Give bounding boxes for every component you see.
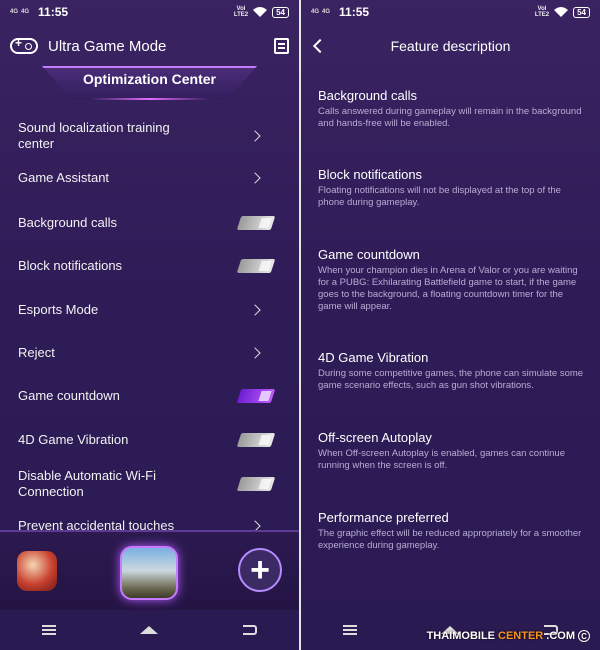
settings-item-label: Sound localization training center	[18, 120, 170, 151]
dock-divider	[0, 530, 299, 532]
watermark-suffix: .COM	[546, 630, 575, 642]
watermark-highlight: CENTER	[498, 630, 544, 642]
feature-description: When your champion dies in Arena of Valo…	[318, 265, 578, 312]
feature-description: The graphic effect will be reduced appro…	[318, 528, 582, 551]
background-calls-toggle[interactable]	[236, 216, 276, 230]
block-notifications-toggle[interactable]	[236, 259, 276, 273]
feature-description: During some competitive games, the phone…	[318, 368, 584, 391]
settings-item-block-notifications[interactable]: Block notifications	[0, 256, 299, 276]
detail-title: Feature description	[390, 38, 511, 54]
volte-bottom: LTE2	[233, 12, 249, 18]
feature-block: Game countdown When your champion dies i…	[318, 247, 586, 313]
settings-list: Sound localization training center Game …	[0, 110, 299, 530]
settings-item-prevent-touches[interactable]: Prevent accidental touches	[0, 516, 299, 530]
feature-block: 4D Game Vibration During some competitiv…	[318, 350, 586, 392]
battery-indicator: 54	[272, 6, 289, 18]
status-bar: 4G 4G 11:55 Vol LTE2 54	[0, 0, 299, 24]
settings-item-4d-vibration[interactable]: 4D Game Vibration	[0, 430, 299, 450]
plus-icon: +	[250, 551, 270, 589]
chevron-right-icon	[249, 304, 261, 316]
feature-description: Calls answered during gameplay will rema…	[318, 106, 582, 129]
menu-icon[interactable]	[343, 625, 358, 635]
gamepad-icon[interactable]	[10, 36, 38, 54]
feature-name: Background calls	[318, 88, 417, 103]
feature-name: Off-screen Autoplay	[318, 430, 432, 445]
game-countdown-toggle[interactable]	[236, 389, 276, 403]
settings-item-background-calls[interactable]: Background calls	[0, 213, 299, 233]
status-bar: 4G 4G 11:55 Vol LTE2 54	[301, 0, 600, 24]
network-indicator: 4G	[311, 8, 320, 15]
watermark: THAIMOBILE CENTER .COM C	[427, 630, 590, 642]
watermark-symbol: C	[578, 630, 590, 642]
left-screen: 4G 4G 11:55 Vol LTE2 54 Ultra Game Mode …	[0, 0, 299, 650]
banner-glow	[90, 98, 209, 100]
feature-name: Game countdown	[318, 247, 420, 262]
settings-item-disable-wifi[interactable]: Disable Automatic Wi-Fi Connection	[0, 466, 299, 502]
section-title: Optimization Center	[82, 71, 216, 87]
page-title: Ultra Game Mode	[48, 37, 167, 55]
wifi-icon	[554, 7, 569, 17]
settings-item-label: Game countdown	[18, 388, 120, 403]
disable-wifi-toggle[interactable]	[236, 477, 276, 491]
settings-item-label: Disable Automatic Wi-Fi Connection	[18, 468, 156, 499]
network-indicator-2: 4G	[322, 8, 331, 15]
game-app-icon-2[interactable]	[120, 546, 178, 600]
watermark-prefix: THAIMOBILE	[426, 630, 496, 642]
wifi-icon	[253, 7, 268, 17]
4d-vibration-toggle[interactable]	[236, 433, 276, 447]
settings-item-label: Prevent accidental touches	[18, 518, 175, 530]
settings-item-label: Reject	[18, 345, 55, 360]
right-screen: 4G 4G 11:55 Vol LTE2 54 Feature descript…	[301, 0, 600, 650]
settings-item-game-assistant[interactable]: Game Assistant	[0, 170, 299, 186]
clock: 11:55	[339, 5, 370, 19]
settings-item-esports-mode[interactable]: Esports Mode	[0, 300, 299, 320]
volte-indicator: Vol LTE2	[234, 6, 248, 18]
network-indicator: 4G	[10, 8, 19, 15]
volte-indicator: Vol LTE2	[535, 6, 549, 18]
feature-name: 4D Game Vibration	[318, 350, 429, 365]
game-app-icon-1[interactable]	[17, 551, 57, 591]
app-header: Ultra Game Mode	[0, 30, 299, 62]
settings-item-label: Background calls	[18, 215, 117, 230]
chevron-right-icon	[249, 130, 261, 142]
settings-item-game-countdown[interactable]: Game countdown	[0, 386, 299, 406]
feature-block: Off-screen Autoplay When Off-screen Auto…	[318, 430, 586, 472]
menu-icon[interactable]	[42, 625, 57, 635]
chevron-right-icon	[249, 520, 261, 530]
home-icon[interactable]	[140, 626, 159, 634]
feature-name: Block notifications	[318, 167, 423, 182]
back-nav-icon[interactable]	[242, 625, 257, 635]
battery-indicator: 54	[573, 6, 590, 18]
feature-description: Floating notifications will not be displ…	[318, 185, 561, 208]
settings-item-reject[interactable]: Reject	[0, 343, 299, 363]
settings-item-label: Block notifications	[18, 258, 123, 273]
add-game-button[interactable]: +	[238, 548, 282, 592]
chevron-right-icon	[249, 347, 261, 359]
settings-item-label: Esports Mode	[18, 302, 99, 317]
description-icon[interactable]	[274, 38, 289, 54]
settings-item-sound-localization[interactable]: Sound localization training center	[0, 118, 299, 154]
detail-header: Feature description	[301, 30, 600, 62]
volte-bottom: LTE2	[534, 12, 550, 18]
settings-item-label: 4D Game Vibration	[18, 432, 129, 447]
clock: 11:55	[38, 5, 69, 19]
chevron-right-icon	[249, 172, 261, 184]
feature-name: Performance preferred	[318, 510, 449, 525]
network-indicator-2: 4G	[21, 8, 30, 15]
nav-bar	[0, 610, 299, 650]
feature-description: When Off-screen Autoplay is enabled, gam…	[318, 448, 565, 471]
settings-item-label: Game Assistant	[18, 170, 110, 185]
feature-block: Performance preferred The graphic effect…	[318, 510, 586, 552]
feature-block: Block notifications Floating notificatio…	[318, 167, 586, 209]
feature-block: Background calls Calls answered during g…	[318, 88, 586, 130]
